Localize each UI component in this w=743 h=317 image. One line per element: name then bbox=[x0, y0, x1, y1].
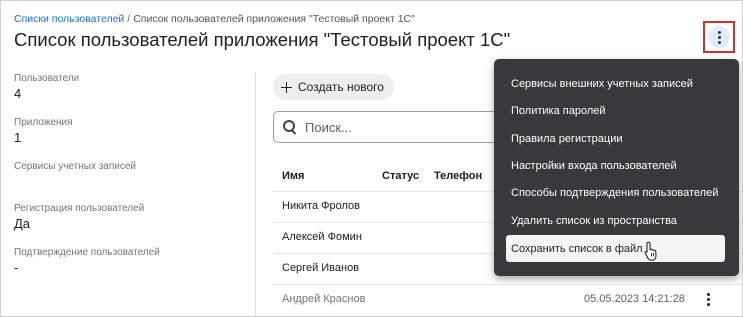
breadcrumb-separator: / bbox=[127, 13, 131, 25]
menu-item-password-policy[interactable]: Политика паролей bbox=[494, 97, 739, 124]
summary-registration: Регистрация пользователей Да bbox=[14, 203, 144, 231]
menu-item-remove-from-space[interactable]: Удалить список из пространства bbox=[494, 207, 739, 234]
summary-account-services: Сервисы учетных записей bbox=[14, 161, 136, 174]
create-new-label: Создать нового bbox=[298, 80, 384, 94]
summary-value: Да bbox=[14, 216, 31, 231]
page-title: Список пользователей приложения "Тестовы… bbox=[14, 29, 511, 50]
summary-confirmation: Подтверждение пользователей - bbox=[14, 247, 160, 275]
table-divider bbox=[273, 284, 742, 285]
search-icon bbox=[283, 120, 297, 134]
summary-label: Подтверждение пользователей bbox=[14, 247, 160, 258]
summary-label: Пользователи bbox=[14, 73, 80, 84]
summary-value: 1 bbox=[14, 130, 22, 145]
column-header-phone[interactable]: Телефон bbox=[434, 170, 482, 182]
more-actions-button[interactable] bbox=[708, 26, 730, 48]
menu-item-save-to-file[interactable]: Сохранить список в файл bbox=[506, 235, 725, 262]
table-row-date: 05.05.2023 14:21:28 bbox=[584, 293, 685, 305]
more-vertical-icon bbox=[703, 292, 713, 306]
menu-item-confirmation-methods[interactable]: Способы подтверждения пользователей bbox=[494, 179, 739, 206]
table-row-name[interactable]: Сергей Иванов bbox=[282, 262, 359, 274]
breadcrumb: Списки пользователей / Список пользователе… bbox=[14, 13, 415, 25]
table-row-name[interactable]: Никита Фролов bbox=[282, 200, 360, 212]
actions-dropdown-menu: Сервисы внешних учетных записей Политика… bbox=[494, 59, 739, 276]
summary-users: Пользователи 4 bbox=[14, 73, 79, 101]
row-actions-button[interactable] bbox=[703, 291, 713, 307]
more-actions-highlight bbox=[703, 21, 735, 53]
plus-icon bbox=[281, 81, 292, 93]
menu-item-login-settings[interactable]: Настройки входа пользователей bbox=[494, 152, 739, 179]
summary-label: Сервисы учетных записей bbox=[14, 161, 137, 172]
summary-apps: Приложения 1 bbox=[14, 117, 73, 145]
menu-item-external-account-services[interactable]: Сервисы внешних учетных записей bbox=[494, 70, 739, 97]
column-header-status[interactable]: Статус bbox=[382, 170, 419, 182]
summary-value: - bbox=[14, 260, 19, 275]
table-row-name[interactable]: Андрей Краснов bbox=[282, 293, 365, 305]
menu-item-registration-rules[interactable]: Правила регистрации bbox=[494, 125, 739, 152]
summary-label: Регистрация пользователей bbox=[14, 203, 145, 214]
search-input[interactable] bbox=[305, 119, 505, 135]
more-vertical-icon bbox=[714, 30, 724, 44]
table-row-name[interactable]: Алексей Фомин bbox=[282, 231, 362, 243]
breadcrumb-current: Список пользователей приложения "Тестовы… bbox=[133, 13, 415, 25]
panel-divider bbox=[255, 73, 256, 316]
summary-value: 4 bbox=[14, 86, 22, 101]
breadcrumb-link-user-lists[interactable]: Списки пользователей bbox=[14, 13, 124, 25]
summary-label: Приложения bbox=[14, 117, 73, 128]
hand-pointer-icon bbox=[644, 241, 657, 261]
create-new-button[interactable]: Создать нового bbox=[273, 74, 394, 100]
column-header-name[interactable]: Имя bbox=[282, 170, 304, 182]
app-window: Списки пользователей / Список пользователе… bbox=[0, 0, 743, 317]
